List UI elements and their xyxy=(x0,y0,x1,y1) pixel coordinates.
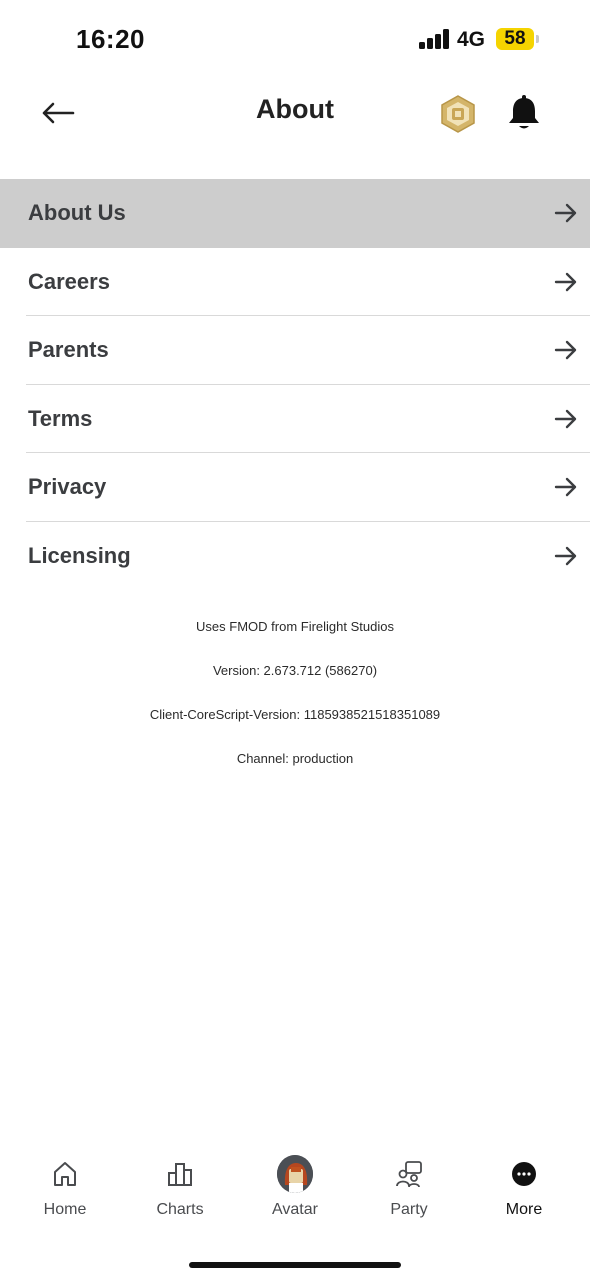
status-bar: 16:20 4G 58 xyxy=(0,0,590,80)
nav-label: Party xyxy=(390,1201,428,1218)
nav-item-party[interactable]: Party xyxy=(359,1150,459,1230)
fmod-credit: Uses FMOD from Firelight Studios xyxy=(196,619,394,634)
corescript-version-text: Client-CoreScript-Version: 1185938521518… xyxy=(149,707,441,722)
avatar-icon xyxy=(277,1155,313,1193)
app-info: Uses FMOD from Firelight Studios Version… xyxy=(0,615,590,791)
menu-item-privacy[interactable]: Privacy xyxy=(0,453,590,522)
nav-item-more[interactable]: More xyxy=(474,1150,574,1230)
nav-item-home[interactable]: Home xyxy=(15,1150,115,1230)
arrow-right-icon xyxy=(554,409,577,428)
menu-item-label: Parents xyxy=(28,337,109,362)
nav-label: Avatar xyxy=(272,1201,318,1218)
arrow-right-icon xyxy=(554,477,577,497)
channel-text: Channel: production xyxy=(236,751,354,766)
nav-item-avatar[interactable]: Avatar xyxy=(245,1150,345,1230)
menu-item-label: About Us xyxy=(28,200,126,225)
menu-item-label: Careers xyxy=(28,268,110,294)
bell-icon xyxy=(509,95,539,129)
more-icon xyxy=(506,1156,542,1192)
signal-icon xyxy=(419,29,451,49)
charts-icon xyxy=(162,1156,198,1192)
home-indicator[interactable] xyxy=(189,1262,401,1268)
menu-item-label: Terms xyxy=(28,405,93,431)
nav-label: Charts xyxy=(156,1201,204,1218)
notifications-button[interactable] xyxy=(505,93,543,133)
network-label: 4G xyxy=(457,28,486,51)
menu-list: About Us Careers Parents Terms Privacy L… xyxy=(0,179,590,590)
battery-level: 58 xyxy=(504,28,526,49)
arrow-right-icon xyxy=(554,546,577,565)
robux-button[interactable] xyxy=(438,94,478,134)
party-icon xyxy=(391,1156,427,1192)
nav-label: More xyxy=(505,1201,543,1218)
nav-label: Home xyxy=(43,1201,87,1218)
bottom-nav: Home Charts Avatar Party More xyxy=(0,1150,590,1230)
menu-item-terms[interactable]: Terms xyxy=(0,385,590,453)
version-text: Version: 2.673.712 (586270) xyxy=(212,663,378,678)
menu-item-about-us[interactable]: About Us xyxy=(0,179,590,248)
menu-item-licensing[interactable]: Licensing xyxy=(0,522,590,591)
nav-item-charts[interactable]: Charts xyxy=(130,1150,230,1230)
arrow-right-icon xyxy=(554,340,577,360)
page-title: About xyxy=(256,94,334,124)
battery-icon: 58 xyxy=(496,28,534,50)
arrow-right-icon xyxy=(554,272,577,291)
menu-item-label: Licensing xyxy=(28,542,131,568)
header: About xyxy=(0,80,590,146)
menu-item-parents[interactable]: Parents xyxy=(0,316,590,385)
battery-cap xyxy=(536,35,539,43)
home-icon xyxy=(47,1156,83,1192)
menu-item-label: Privacy xyxy=(28,474,107,499)
robux-icon xyxy=(441,95,475,133)
status-time: 16:20 xyxy=(76,24,145,54)
menu-item-careers[interactable]: Careers xyxy=(0,248,590,316)
arrow-right-icon xyxy=(554,203,577,223)
